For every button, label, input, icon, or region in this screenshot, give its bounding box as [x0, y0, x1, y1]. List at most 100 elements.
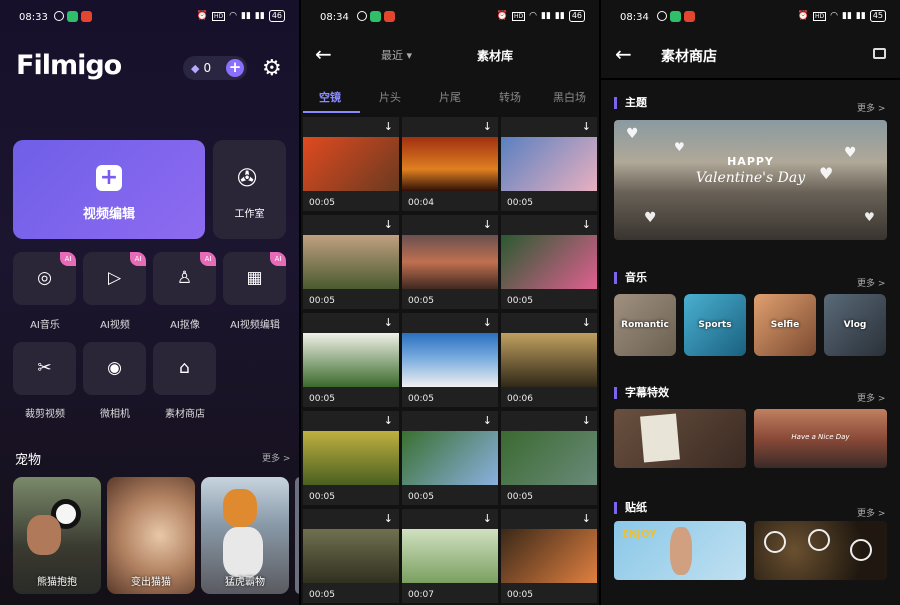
app-notification-icon [370, 11, 381, 22]
tab-intro[interactable]: 片头 [379, 89, 401, 105]
clip-thumbnail[interactable]: ↓ 00:05 [402, 411, 498, 505]
tab-transition[interactable]: 转场 [499, 89, 521, 105]
clip-thumbnail[interactable]: ↓ 00:04 [402, 117, 498, 211]
app-notification-icon [54, 11, 64, 21]
clip-preview-image [501, 137, 597, 191]
clip-thumbnail[interactable]: ↓ 00:07 [402, 509, 498, 603]
download-icon[interactable]: ↓ [384, 316, 393, 329]
app-logo: Filmigo [16, 50, 122, 81]
asset-store-button[interactable]: ⌂ [153, 342, 216, 395]
sticker-card[interactable]: ENJOY [614, 521, 746, 580]
download-icon[interactable]: ↓ [384, 512, 393, 525]
gem-balance[interactable]: ◆ 0 + [183, 56, 247, 80]
clip-thumbnail[interactable]: ↓ 00:05 [402, 215, 498, 309]
battery-icon: 46 [268, 10, 285, 22]
download-icon[interactable]: ↓ [384, 414, 393, 427]
subtitle-card-text: Have a Nice Day [791, 433, 850, 441]
signal-icon: ▮▮ [241, 11, 251, 21]
status-time: 08:33 [19, 12, 48, 23]
more-link[interactable]: 更多 > [262, 451, 290, 464]
subtitle-effect-card[interactable] [614, 409, 746, 468]
more-link[interactable]: 更多 > [857, 506, 885, 519]
banner-line2: Valentine's Day [695, 170, 806, 186]
clip-thumbnail[interactable]: ↓ 00:05 [303, 509, 399, 603]
clip-duration: 00:05 [309, 394, 335, 404]
wifi-icon: ◠ [529, 11, 537, 21]
studio-button[interactable]: ✇ 工作室 [213, 140, 286, 239]
signal-icon: ▮▮ [855, 11, 866, 21]
clip-thumbnail[interactable]: ↓ 00:05 [303, 411, 399, 505]
plus-icon: + [96, 165, 122, 191]
clip-thumbnail[interactable]: ↓ 00:05 [303, 313, 399, 407]
sticker-image [764, 531, 786, 553]
clip-thumbnail[interactable]: ↓ 00:05 [501, 509, 597, 603]
clip-thumbnail[interactable]: ↓ 00:05 [402, 313, 498, 407]
music-card[interactable]: Selfie [754, 294, 816, 356]
micro-camera-button[interactable]: ◉ [83, 342, 146, 395]
download-icon[interactable]: ↓ [582, 316, 591, 329]
music-card[interactable]: Romantic [614, 294, 676, 356]
asset-store-screen: 08:34 ⏰ HD ◠ ▮▮ ▮▮ 45 ← 素材商店 主题 更多 > HAP… [601, 0, 900, 605]
pet-template-card[interactable]: 猛虎霸物 [201, 477, 289, 594]
more-link[interactable]: 更多 > [857, 276, 885, 289]
clip-thumbnail[interactable]: ↓ 00:05 [501, 117, 597, 211]
clip-duration: 00:07 [408, 590, 434, 600]
status-bar: 08:34 ⏰ HD ◠ ▮▮ ▮▮ 46 [301, 0, 599, 34]
pet-template-card[interactable]: 变出猫猫 [107, 477, 195, 594]
play-icon: ▷ [107, 268, 122, 288]
download-icon[interactable]: ↓ [483, 218, 492, 231]
gem-count: 0 [203, 61, 212, 75]
pet-template-card[interactable]: 熊猫抱抱 [13, 477, 101, 594]
clip-thumbnail[interactable]: ↓ 00:05 [501, 411, 597, 505]
scissors-icon: ✂ [37, 358, 52, 378]
clip-preview-image [402, 137, 498, 191]
download-icon[interactable]: ↓ [582, 414, 591, 427]
inbox-icon[interactable] [873, 48, 886, 59]
tab-empty-shots[interactable]: 空镜 [319, 89, 341, 105]
note-paper-image [640, 413, 680, 463]
alarm-icon: ⏰ [496, 11, 508, 21]
download-icon[interactable]: ↓ [384, 120, 393, 133]
page-title: 素材库 [477, 49, 514, 63]
download-icon[interactable]: ↓ [384, 218, 393, 231]
crop-video-button[interactable]: ✂ [13, 342, 76, 395]
download-icon[interactable]: ↓ [483, 414, 492, 427]
app-notification-icon [657, 11, 667, 21]
download-icon[interactable]: ↓ [582, 512, 591, 525]
diamond-icon: ◆ [191, 61, 200, 75]
sticker-card[interactable] [754, 521, 887, 580]
clip-thumbnail[interactable]: ↓ 00:05 [303, 215, 399, 309]
clip-thumbnail[interactable]: ↓ 00:05 [303, 117, 399, 211]
ai-video-button[interactable]: ▷ AI [83, 252, 146, 305]
download-icon[interactable]: ↓ [483, 316, 492, 329]
music-card[interactable]: Vlog [824, 294, 886, 356]
theme-banner[interactable]: HAPPY Valentine's Day ♥ ♥ ♥ ♥ ♥ ♥ [614, 120, 887, 240]
more-link[interactable]: 更多 > [857, 391, 885, 404]
back-arrow-icon[interactable]: ← [315, 42, 332, 66]
download-icon[interactable]: ↓ [582, 120, 591, 133]
add-gems-button[interactable]: + [226, 59, 244, 77]
app-notification-icon [81, 11, 92, 22]
music-card[interactable]: Sports [684, 294, 746, 356]
clip-thumbnail[interactable]: ↓ 00:06 [501, 313, 597, 407]
pet-card-label: 熊猫抱抱 [37, 577, 77, 588]
ai-music-button[interactable]: ◎ AI [13, 252, 76, 305]
subtitle-effect-card[interactable]: Have a Nice Day [754, 409, 887, 468]
download-icon[interactable]: ↓ [582, 218, 591, 231]
signal-icon: ▮▮ [842, 11, 852, 21]
ai-cutout-button[interactable]: ♙ AI [153, 252, 216, 305]
video-edit-button[interactable]: + 视频编辑 [13, 140, 205, 239]
download-icon[interactable]: ↓ [483, 512, 492, 525]
gear-icon[interactable]: ⚙ [262, 56, 282, 81]
clip-thumbnail[interactable]: ↓ 00:05 [501, 215, 597, 309]
ai-badge: AI [130, 252, 146, 266]
tab-outro[interactable]: 片尾 [439, 89, 461, 105]
home-screen: 08:33 ⏰ HD ◠ ▮▮ ▮▮ 46 Filmigo ◆ 0 + ⚙ + … [0, 0, 299, 605]
tab-black-white[interactable]: 黑白场 [553, 89, 586, 105]
download-icon[interactable]: ↓ [483, 120, 492, 133]
clip-preview-image [303, 431, 399, 485]
ai-video-edit-button[interactable]: ▦ AI [223, 252, 286, 305]
back-arrow-icon[interactable]: ← [615, 42, 632, 66]
recent-dropdown[interactable]: 最近 ▾ [381, 47, 412, 63]
more-link[interactable]: 更多 > [857, 101, 885, 114]
